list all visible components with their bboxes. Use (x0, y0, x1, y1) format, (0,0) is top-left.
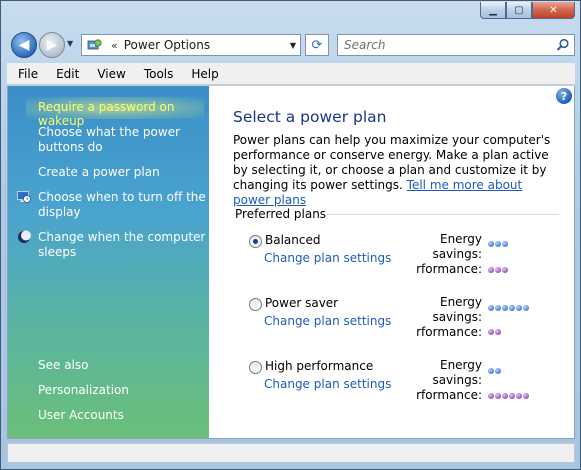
plan-high-performance-energy-label: Energy (439, 358, 482, 372)
performance-dot (509, 393, 515, 399)
plan-balanced: Balanced Change plan settings Energy sav… (249, 232, 569, 286)
task-turn-off-display-line2: display (38, 205, 81, 219)
energy-savings-dot (509, 305, 515, 311)
plan-high-performance-radio[interactable] (249, 361, 262, 374)
recent-pages-dropdown-icon[interactable]: ▼ (67, 39, 73, 48)
energy-savings-dot (516, 305, 522, 311)
power-options-window: ▁ ▢ ✕ ◀ ▶ ▼ « Power Options ▼ ⟳ Search F… (0, 0, 581, 470)
navigation-bar: ◀ ▶ ▼ « Power Options ▼ ⟳ (9, 31, 575, 59)
search-icon[interactable] (556, 38, 570, 52)
performance-dot (488, 393, 494, 399)
close-icon[interactable]: ✕ (532, 2, 575, 19)
plan-power-saver: Power saver Change plan settings Energy … (249, 295, 569, 349)
energy-savings-dot (488, 368, 494, 374)
task-power-buttons-line1: Choose what the power (38, 125, 181, 139)
plan-power-saver-performance-label: rformance: (416, 325, 482, 339)
plan-high-performance-savings-label: savings: (432, 373, 482, 387)
search-input[interactable] (338, 35, 538, 55)
performance-dot (488, 329, 494, 335)
link-personalization[interactable]: Personalization (38, 383, 129, 398)
performance-dot (495, 329, 501, 335)
energy-savings-dot (495, 241, 501, 247)
plan-power-saver-radio[interactable] (249, 298, 262, 311)
performance-dot (495, 393, 501, 399)
plan-balanced-energy-dots (488, 241, 508, 247)
energy-savings-dot (488, 241, 494, 247)
plan-balanced-energy-label: Energy (439, 232, 482, 246)
energy-savings-dot (502, 241, 508, 247)
main-panel: ? Select a power plan Power plans can he… (209, 86, 574, 438)
performance-dot (523, 393, 529, 399)
menu-view[interactable]: View (86, 67, 132, 81)
energy-savings-dot (488, 305, 494, 311)
performance-dot (488, 267, 494, 273)
plan-high-performance-performance-label: rformance: (416, 388, 482, 402)
plan-power-saver-savings-label: savings: (432, 310, 482, 324)
link-user-accounts[interactable]: User Accounts (38, 408, 124, 423)
energy-savings-dot (502, 305, 508, 311)
group-divider (326, 214, 559, 215)
forward-button[interactable]: ▶ (39, 32, 65, 58)
address-chevron[interactable]: « (111, 39, 118, 52)
plan-high-performance-energy-dots (488, 368, 501, 374)
search-box[interactable] (337, 34, 575, 56)
refresh-button[interactable]: ⟳ (305, 34, 329, 56)
plan-balanced-radio[interactable] (249, 235, 262, 248)
task-computer-sleeps[interactable]: Change when the computer sleeps (38, 230, 205, 260)
menu-edit[interactable]: Edit (45, 67, 86, 81)
task-computer-sleeps-line2: sleeps (38, 245, 77, 259)
caption-buttons: ▁ ▢ ✕ (480, 2, 575, 19)
moon-icon (18, 230, 31, 243)
minimize-icon[interactable]: ▁ (480, 2, 506, 19)
plan-high-performance: High performance Change plan settings En… (249, 358, 569, 412)
energy-savings-dot (495, 368, 501, 374)
menu-bar: File Edit View Tools Help (7, 63, 575, 85)
task-require-password[interactable]: Require a password on wakeup (38, 100, 209, 128)
back-button[interactable]: ◀ (11, 32, 37, 58)
menu-tools[interactable]: Tools (133, 67, 181, 81)
performance-dot (502, 267, 508, 273)
address-text[interactable]: Power Options (124, 38, 286, 52)
content-area: Require a password on wakeup Choose what… (7, 86, 575, 439)
plan-high-performance-name[interactable]: High performance (265, 359, 373, 373)
energy-savings-dot (495, 305, 501, 311)
maximize-icon[interactable]: ▢ (506, 2, 532, 19)
task-pane: Require a password on wakeup Choose what… (8, 86, 209, 438)
control-panel-icon (87, 38, 103, 52)
performance-dot (502, 393, 508, 399)
plan-high-performance-performance-dots (488, 393, 529, 399)
task-create-plan[interactable]: Create a power plan (38, 165, 160, 180)
see-also-title: See also (38, 358, 89, 372)
forward-arrow-icon: ▶ (46, 37, 58, 53)
plan-balanced-performance-dots (488, 267, 508, 273)
monitor-clock-icon (17, 191, 31, 203)
plan-power-saver-name[interactable]: Power saver (265, 296, 338, 310)
back-arrow-icon: ◀ (18, 37, 30, 53)
performance-dot (495, 267, 501, 273)
help-icon[interactable]: ? (556, 88, 572, 104)
plan-balanced-savings-label: savings: (432, 247, 482, 261)
menu-file[interactable]: File (7, 67, 45, 81)
plan-balanced-performance-label: rformance: (416, 262, 482, 276)
address-dropdown-icon[interactable]: ▼ (286, 41, 300, 50)
task-power-buttons-line2: buttons do (38, 140, 103, 154)
task-computer-sleeps-line1: Change when the computer (38, 230, 206, 244)
preferred-plans-title: Preferred plans (235, 207, 327, 221)
plan-power-saver-performance-dots (488, 329, 501, 335)
menu-help[interactable]: Help (180, 67, 225, 81)
refresh-icon: ⟳ (311, 37, 323, 53)
task-turn-off-display[interactable]: Choose when to turn off the display (38, 190, 206, 220)
plan-balanced-name[interactable]: Balanced (265, 233, 320, 247)
page-title: Select a power plan (233, 108, 387, 126)
plan-power-saver-energy-label: Energy (439, 295, 482, 309)
energy-savings-dot (523, 305, 529, 311)
status-bar (7, 443, 575, 463)
task-turn-off-display-line1: Choose when to turn off the (38, 190, 206, 204)
plan-power-saver-energy-dots (488, 305, 529, 311)
intro-text: Power plans can help you maximize your c… (233, 133, 563, 208)
task-power-buttons[interactable]: Choose what the power buttons do (38, 125, 180, 155)
performance-dot (516, 393, 522, 399)
address-bar[interactable]: « Power Options ▼ (81, 34, 301, 56)
